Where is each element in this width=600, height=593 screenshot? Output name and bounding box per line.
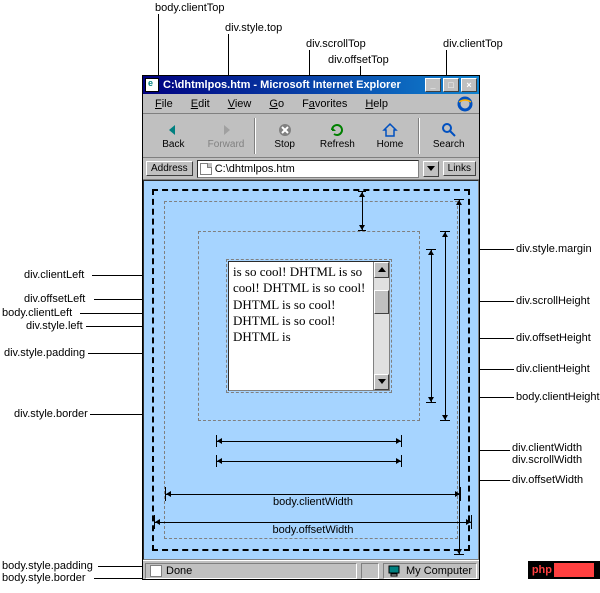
label-div-scrollTop: div.scrollTop <box>306 38 366 50</box>
address-input[interactable]: C:\dhtmlpos.htm <box>197 160 419 178</box>
minimize-button[interactable]: _ <box>425 78 441 92</box>
statusbar: Done My Computer <box>143 560 479 580</box>
browser-window: C:\dhtmlpos.htm - Microsoft Internet Exp… <box>142 75 480 580</box>
titlebar: C:\dhtmlpos.htm - Microsoft Internet Exp… <box>143 76 479 94</box>
address-dropdown-button[interactable] <box>423 161 439 177</box>
label-div-style-left: div.style.left <box>26 320 83 332</box>
leader <box>446 50 447 78</box>
menu-view[interactable]: View <box>220 96 260 112</box>
menubar: FFileile Edit View Go Favorites Help <box>143 94 479 114</box>
zone-cell: My Computer <box>383 563 477 579</box>
dim-div-offsetHeight <box>426 249 436 403</box>
label-div-style-border: div.style.border <box>14 408 88 420</box>
forward-button[interactable]: Forward <box>200 116 253 156</box>
document-icon <box>145 78 159 92</box>
scroll-thumb[interactable] <box>374 290 389 314</box>
viewport: is so cool! DHTML is so cool! DHTML is s… <box>143 180 479 560</box>
links-button[interactable]: Links <box>443 161 476 176</box>
toolbar-divider <box>254 118 256 154</box>
status-spacer <box>361 563 379 579</box>
label-body-style-padding: body.style.padding <box>2 560 93 572</box>
label-body-clientLeft: body.clientLeft <box>2 307 72 319</box>
toolbar-divider <box>418 118 420 154</box>
label-div-offsetHeight: div.offsetHeight <box>516 332 591 344</box>
label-div-style-top: div.style.top <box>225 22 282 34</box>
toolbar: Back Forward Stop Refresh Home Search <box>143 114 479 158</box>
div-text: is so cool! DHTML is so cool! DHTML is s… <box>229 262 373 390</box>
label-div-clientLeft: div.clientLeft <box>24 269 84 281</box>
div-margin-box: is so cool! DHTML is so cool! DHTML is s… <box>198 231 420 421</box>
dim-div-offsetWidth <box>216 455 402 467</box>
maximize-button[interactable]: □ <box>443 78 459 92</box>
watermark: php <box>528 561 600 579</box>
address-bar: Address C:\dhtmlpos.htm Links <box>143 158 479 180</box>
div-border-box: is so cool! DHTML is so cool! DHTML is s… <box>216 249 402 403</box>
status-text-cell: Done <box>145 563 357 579</box>
label-div-scrollWidth: div.scrollWidth <box>512 454 582 466</box>
label-div-style-margin: div.style.margin <box>516 243 592 255</box>
address-label: Address <box>146 161 193 176</box>
status-text: Done <box>166 565 192 577</box>
label-body-style-border: body.style.border <box>2 572 86 584</box>
dim-div-clientWidth <box>216 435 402 447</box>
menu-file[interactable]: FFileile <box>147 96 181 112</box>
computer-icon <box>388 565 402 577</box>
dim-body-offsetWidth: body.offsetWidth <box>154 515 472 529</box>
search-icon <box>439 121 459 139</box>
address-value: C:\dhtmlpos.htm <box>215 163 295 175</box>
label-div-style-padding: div.style.padding <box>4 347 85 359</box>
menu-help[interactable]: Help <box>357 96 396 112</box>
vertical-scrollbar[interactable] <box>373 262 389 390</box>
scroll-track[interactable] <box>374 314 389 374</box>
page-icon <box>150 565 162 577</box>
close-button[interactable]: × <box>461 78 477 92</box>
menu-go[interactable]: Go <box>261 96 292 112</box>
dim-body-clientWidth: body.clientWidth <box>165 487 461 501</box>
stop-icon <box>275 121 295 139</box>
body-border-box: is so cool! DHTML is so cool! DHTML is s… <box>152 189 470 551</box>
dim-body-clientHeight <box>454 199 464 555</box>
label-div-clientWidth: div.clientWidth <box>512 442 582 454</box>
scroll-down-button[interactable] <box>374 374 389 390</box>
dim-div-scrollHeight <box>440 231 450 421</box>
window-title: C:\dhtmlpos.htm - Microsoft Internet Exp… <box>163 79 423 91</box>
refresh-button[interactable]: Refresh <box>311 116 364 156</box>
scroll-up-button[interactable] <box>374 262 389 278</box>
label-div-clientHeight: div.clientHeight <box>516 363 590 375</box>
label-div-scrollHeight: div.scrollHeight <box>516 295 590 307</box>
back-button[interactable]: Back <box>147 116 200 156</box>
ie-logo-icon <box>455 95 475 113</box>
search-button[interactable]: Search <box>422 116 475 156</box>
back-arrow-icon <box>163 121 183 139</box>
label-div-offsetTop: div.offsetTop <box>328 54 389 66</box>
menu-edit[interactable]: Edit <box>183 96 218 112</box>
label-div-offsetLeft: div.offsetLeft <box>24 293 85 305</box>
label-div-clientTop: div.clientTop <box>443 38 503 50</box>
div-content-box: is so cool! DHTML is so cool! DHTML is s… <box>228 261 390 391</box>
dim-div-offsetTop <box>358 191 366 231</box>
menu-favorites[interactable]: Favorites <box>294 96 355 112</box>
label-body-clientTop: body.clientTop <box>155 2 225 14</box>
stop-button[interactable]: Stop <box>258 116 311 156</box>
label-div-offsetWidth: div.offsetWidth <box>512 474 583 486</box>
home-icon <box>380 121 400 139</box>
forward-arrow-icon <box>216 121 236 139</box>
label-body-clientHeight: body.clientHeight <box>516 391 600 403</box>
page-icon <box>200 163 212 175</box>
zone-text: My Computer <box>406 565 472 577</box>
home-button[interactable]: Home <box>364 116 417 156</box>
refresh-icon <box>327 121 347 139</box>
